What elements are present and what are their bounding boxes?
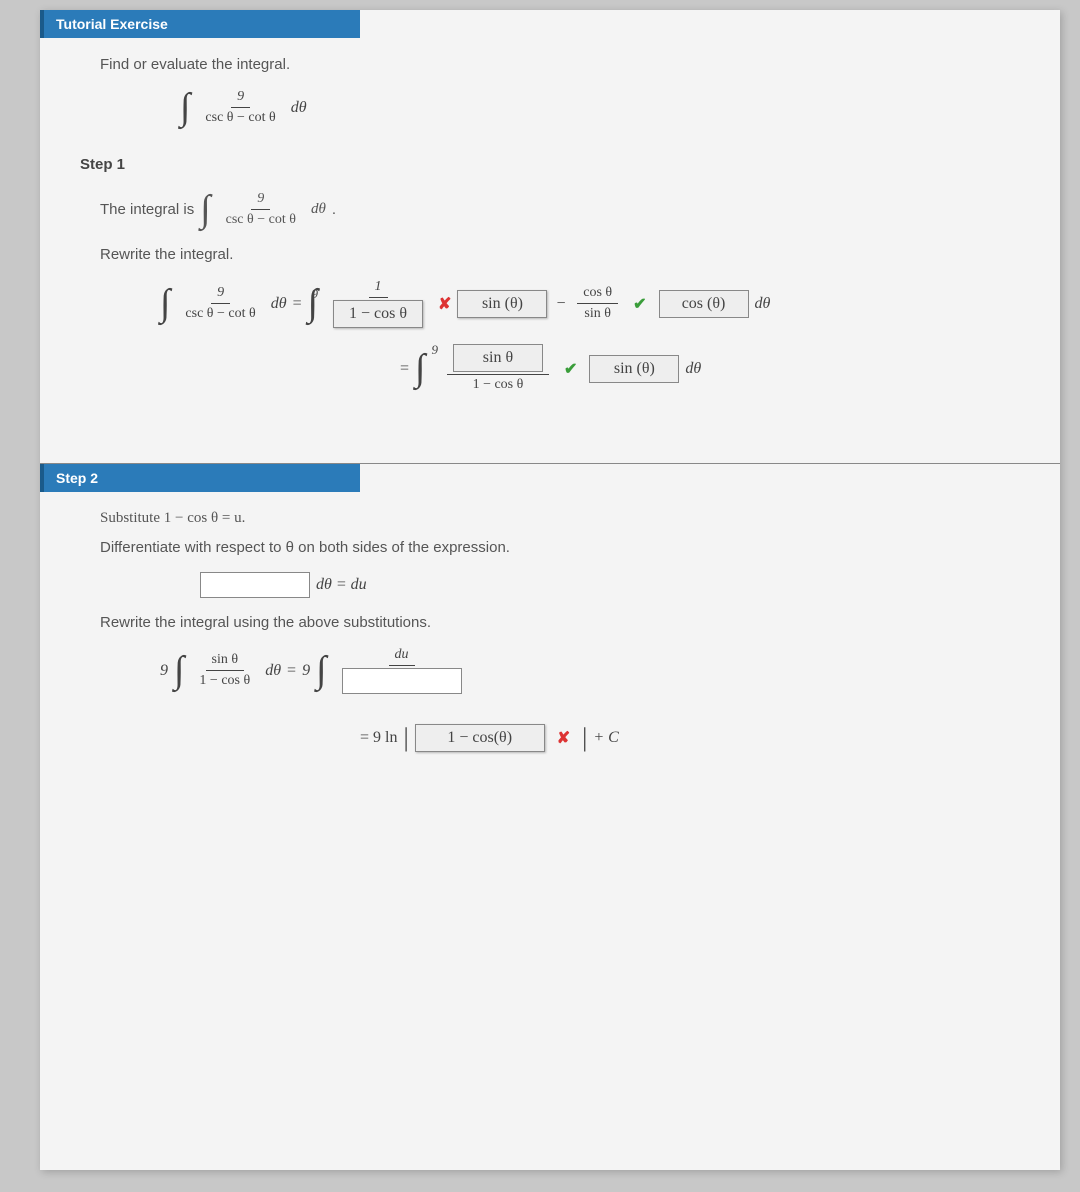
period: . [332,201,336,218]
coef9-l: 9 [160,662,168,680]
sub-lhs-num: sin θ [206,652,245,671]
dtheta-du: dθ = du [316,576,367,594]
frac2-num: cos θ [577,285,618,304]
frac2-den: sin θ [578,304,617,322]
answer-input-5[interactable]: 1 − cos(θ) [415,724,545,752]
integral-expression: ∫ 9 csc θ − cot θ dθ [180,89,1030,126]
check-icon-1: ✔ [633,294,646,314]
answer-input-3[interactable] [200,572,310,598]
step2-header: Step 2 [40,464,360,492]
int7-sign: ∫ [316,655,326,685]
coef9-r: 9 [302,662,310,680]
step2-dtheta-du-row: dθ = du [200,572,1030,598]
coef9-over: 9 [312,286,319,302]
integral-denominator: csc θ − cot θ [199,108,281,126]
final-prefix: = 9 ln [360,729,397,747]
tutorial-header: Tutorial Exercise [40,10,360,38]
abs-left: | [403,728,408,749]
plus-c: + C [593,729,618,747]
integral-sign: ∫ [180,92,190,122]
step1-rewrite: Rewrite the integral. [100,246,1030,263]
d-theta: dθ [291,99,307,117]
int5-sign: ∫ [415,353,425,383]
step1-eq1: ∫ 9 csc θ − cot θ dθ = ∫ 9 1 1 − cos θ [160,279,1030,328]
integral-sign-2: ∫ [200,194,210,224]
step2-rewrite-sub: Rewrite the integral using the above sub… [100,614,1030,631]
sub-eq: = [287,662,296,680]
step1-eq2: = ∫ 9 sin θ 1 − cos θ ✔ sin (θ) dθ [400,344,1030,393]
sub-lhs-den: 1 − cos θ [193,671,256,689]
step1-title: Step 1 [80,156,1030,173]
dth6: dθ [265,662,281,680]
int2-num: 9 [251,191,270,210]
int3-num: 9 [211,285,230,304]
coef9b: 9 [431,342,438,358]
eq2-equals: = [400,360,409,378]
tutorial-prompt: Find or evaluate the integral. [100,56,1030,73]
answer-input-1[interactable]: 1 − cos θ [333,300,423,328]
step2-sub-eq: 9 ∫ sin θ 1 − cos θ dθ = 9 ∫ du [160,647,1030,694]
sub-rhs-num: du [389,647,415,666]
dth5: dθ [685,360,701,378]
integral-numerator: 9 [231,89,250,108]
correct-cos-box[interactable]: cos (θ) [659,290,749,318]
step2-substitute: Substitute 1 − cos θ = u. [100,510,1030,527]
dth3: dθ [271,295,287,313]
int6-sign: ∫ [174,655,184,685]
int3-den: csc θ − cot θ [179,304,261,322]
cross-icon: ✘ [438,294,451,314]
check-icon-2: ✔ [564,359,577,379]
cross-icon-2: ✘ [557,728,570,748]
step2-differentiate: Differentiate with respect to θ on both … [100,539,1030,556]
step1-intro: The integral is ∫ 9 csc θ − cot θ dθ . [100,191,1030,228]
eq2-den: 1 − cos θ [467,375,530,393]
step1-intro-pre: The integral is [100,201,194,218]
eq1-equals: = [293,295,302,313]
rhs-num-1: 1 [369,279,388,298]
int2-den: csc θ − cot θ [220,210,302,228]
correct-sin-box[interactable]: sin (θ) [589,355,679,383]
answer-input-4[interactable] [342,668,462,694]
int3-sign: ∫ [160,288,170,318]
answer-input-2[interactable]: sin θ [453,344,543,372]
abs-right: | [582,728,587,749]
step2-final: = 9 ln | 1 − cos(θ) ✘ | + C [360,724,1030,752]
d-theta-2: dθ [311,201,326,218]
minus-1: − [555,295,566,313]
wrong-hint-1: sin (θ) [457,290,547,318]
dth4: dθ [755,295,771,313]
